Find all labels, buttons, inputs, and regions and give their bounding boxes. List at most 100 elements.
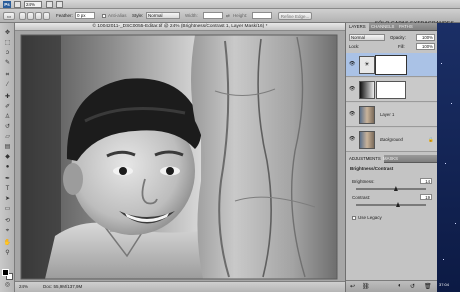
contrast-field[interactable]: 19	[420, 194, 432, 200]
layer-row[interactable]: 👁 Layer 1	[346, 103, 438, 127]
star	[441, 63, 442, 64]
layers-panel-tabs: LAYERS CHANNELS PATHS	[346, 23, 438, 31]
tab-masks[interactable]: MASKS	[380, 155, 401, 163]
foreground-color-swatch[interactable]	[2, 269, 9, 276]
layer-row[interactable]: 👁 Background 🔒	[346, 128, 438, 152]
tab-paths[interactable]: PATHS	[396, 23, 416, 31]
history-brush-tool-icon[interactable]: ↺	[3, 123, 12, 131]
visibility-eye-icon[interactable]: 👁	[349, 86, 356, 92]
swap-icon[interactable]: ⇄	[226, 12, 230, 20]
lock-icon: 🔒	[428, 137, 434, 142]
layer-thumbnail	[359, 131, 375, 149]
brightness-slider-knob[interactable]	[393, 186, 398, 191]
tab-adjustments[interactable]: ADJUSTMENTS	[346, 155, 384, 163]
feather-label: Feather:	[56, 13, 73, 18]
brightness-field[interactable]: 14	[420, 178, 432, 184]
layer-name[interactable]: Background	[380, 137, 403, 142]
marquee-tool-preset-button[interactable]: ▭	[3, 12, 15, 20]
visibility-eye-icon[interactable]: 👁	[349, 61, 356, 67]
shape-tool-icon[interactable]: ▭	[3, 205, 12, 213]
star	[455, 223, 456, 224]
screen-mode-icon[interactable]	[46, 1, 53, 8]
move-tool-icon[interactable]: ✥	[3, 29, 12, 37]
fill-field[interactable]: 100%	[416, 43, 435, 50]
style-select[interactable]: Normal	[146, 12, 180, 19]
visibility-eye-icon[interactable]: 👁	[349, 111, 356, 117]
hand-tool-icon[interactable]: ✋	[3, 239, 12, 247]
layer-mask-thumbnail[interactable]	[376, 81, 406, 99]
star	[451, 103, 452, 104]
document-canvas[interactable]	[15, 31, 345, 281]
healing-brush-tool-icon[interactable]: ✚	[3, 93, 12, 101]
document-tab[interactable]: © 10042011-_DSC0055-Editar.tif @ 24% (Br…	[15, 23, 345, 31]
marquee-tool-icon[interactable]: ⬚	[3, 39, 12, 47]
eraser-tool-icon[interactable]: ▱	[3, 133, 12, 141]
layer-mask-thumbnail[interactable]	[375, 55, 407, 75]
view-previous-icon[interactable]: ◐	[398, 283, 402, 289]
pen-tool-icon[interactable]: ✒	[3, 175, 12, 183]
brush-tool-icon[interactable]: ✐	[3, 103, 12, 111]
brightness-slider[interactable]	[356, 186, 426, 191]
zoom-status[interactable]: 24%	[19, 282, 28, 292]
clip-layer-icon[interactable]: ⛓	[362, 283, 370, 290]
mini-bridge-icon[interactable]	[14, 1, 21, 8]
blur-tool-icon[interactable]: ◆	[3, 153, 12, 161]
adjustment-layer-icon	[359, 81, 375, 99]
contrast-slider-knob[interactable]	[396, 202, 400, 207]
tools-panel: ✥ ⬚ ↄ ✎ ⌗ ⁄ ✚ ✐ ♙ ↺ ▱ ▤ ◆ ● ✒ T ➤ ▭ ⟲ ⌖ …	[0, 23, 15, 292]
adjustment-layer-icon: ☀	[359, 56, 375, 74]
lasso-tool-icon[interactable]: ↄ	[3, 49, 12, 57]
photoshop-logo: Ps	[3, 1, 11, 8]
width-field[interactable]	[203, 12, 223, 19]
clock: 37:04	[439, 282, 450, 287]
trash-icon[interactable]: 🗑	[424, 283, 432, 290]
tab-layers[interactable]: LAYERS	[346, 23, 369, 31]
crop-tool-icon[interactable]: ⌗	[3, 71, 12, 79]
panel-footer: ↩ ⛓ ◐ ↺ 🗑	[346, 280, 438, 292]
3d-camera-tool-icon[interactable]: ⌖	[3, 227, 12, 235]
layer-thumbnail	[359, 106, 375, 124]
type-tool-icon[interactable]: T	[3, 185, 12, 193]
gradient-tool-icon[interactable]: ▤	[3, 143, 12, 151]
fill-label: Fill:	[398, 44, 405, 49]
layer-name[interactable]: Layer 1	[380, 112, 394, 117]
app-bar: Ps 24%	[0, 0, 460, 9]
antialias-checkbox[interactable]	[102, 14, 106, 18]
3d-rotate-tool-icon[interactable]: ⟲	[3, 217, 12, 225]
contrast-slider[interactable]	[356, 202, 426, 207]
zoom-dropdown[interactable]: 24%	[24, 1, 42, 8]
refine-edge-button[interactable]: Refine Edge...	[278, 12, 312, 20]
antialias-label: Anti-alias	[108, 13, 127, 18]
height-field[interactable]	[252, 12, 272, 19]
add-to-selection-icon[interactable]	[27, 12, 34, 20]
visibility-eye-icon[interactable]: 👁	[349, 136, 356, 142]
adjustment-title: Brightness/Contrast	[350, 166, 394, 171]
contrast-label: Contrast:	[352, 195, 371, 200]
clone-stamp-tool-icon[interactable]: ♙	[3, 113, 12, 121]
star	[443, 259, 444, 260]
document-title: © 10042011-_DSC0055-Editar.tif @ 24% (Br…	[92, 24, 268, 29]
layer-row[interactable]: 👁 ☀	[346, 53, 438, 77]
arrange-documents-icon[interactable]	[56, 1, 63, 8]
zoom-tool-icon[interactable]: ⚲	[3, 249, 12, 257]
quick-selection-tool-icon[interactable]: ✎	[3, 59, 12, 67]
intersect-selection-icon[interactable]	[43, 12, 50, 20]
layer-row[interactable]: 👁	[346, 78, 438, 102]
path-selection-tool-icon[interactable]: ➤	[3, 195, 12, 203]
return-icon[interactable]: ↩	[350, 283, 355, 290]
dodge-tool-icon[interactable]: ●	[3, 163, 12, 171]
options-bar: ▭ Feather: 0 px Anti-alias Style: Normal…	[0, 9, 460, 27]
eyedropper-tool-icon[interactable]: ⁄	[3, 81, 12, 89]
blend-mode-select[interactable]: Normal	[349, 34, 385, 41]
desktop-background	[437, 23, 460, 292]
opacity-field[interactable]: 100%	[416, 34, 435, 41]
quick-mask-icon[interactable]: ◎	[3, 281, 12, 289]
photo	[15, 31, 345, 281]
subtract-from-selection-icon[interactable]	[35, 12, 42, 20]
feather-field[interactable]: 0 px	[75, 12, 95, 19]
height-label: Height:	[233, 13, 248, 18]
new-selection-icon[interactable]	[19, 12, 26, 20]
reset-icon[interactable]: ↺	[410, 283, 415, 290]
use-legacy-checkbox[interactable]	[352, 216, 356, 220]
tab-channels[interactable]: CHANNELS	[368, 23, 397, 31]
